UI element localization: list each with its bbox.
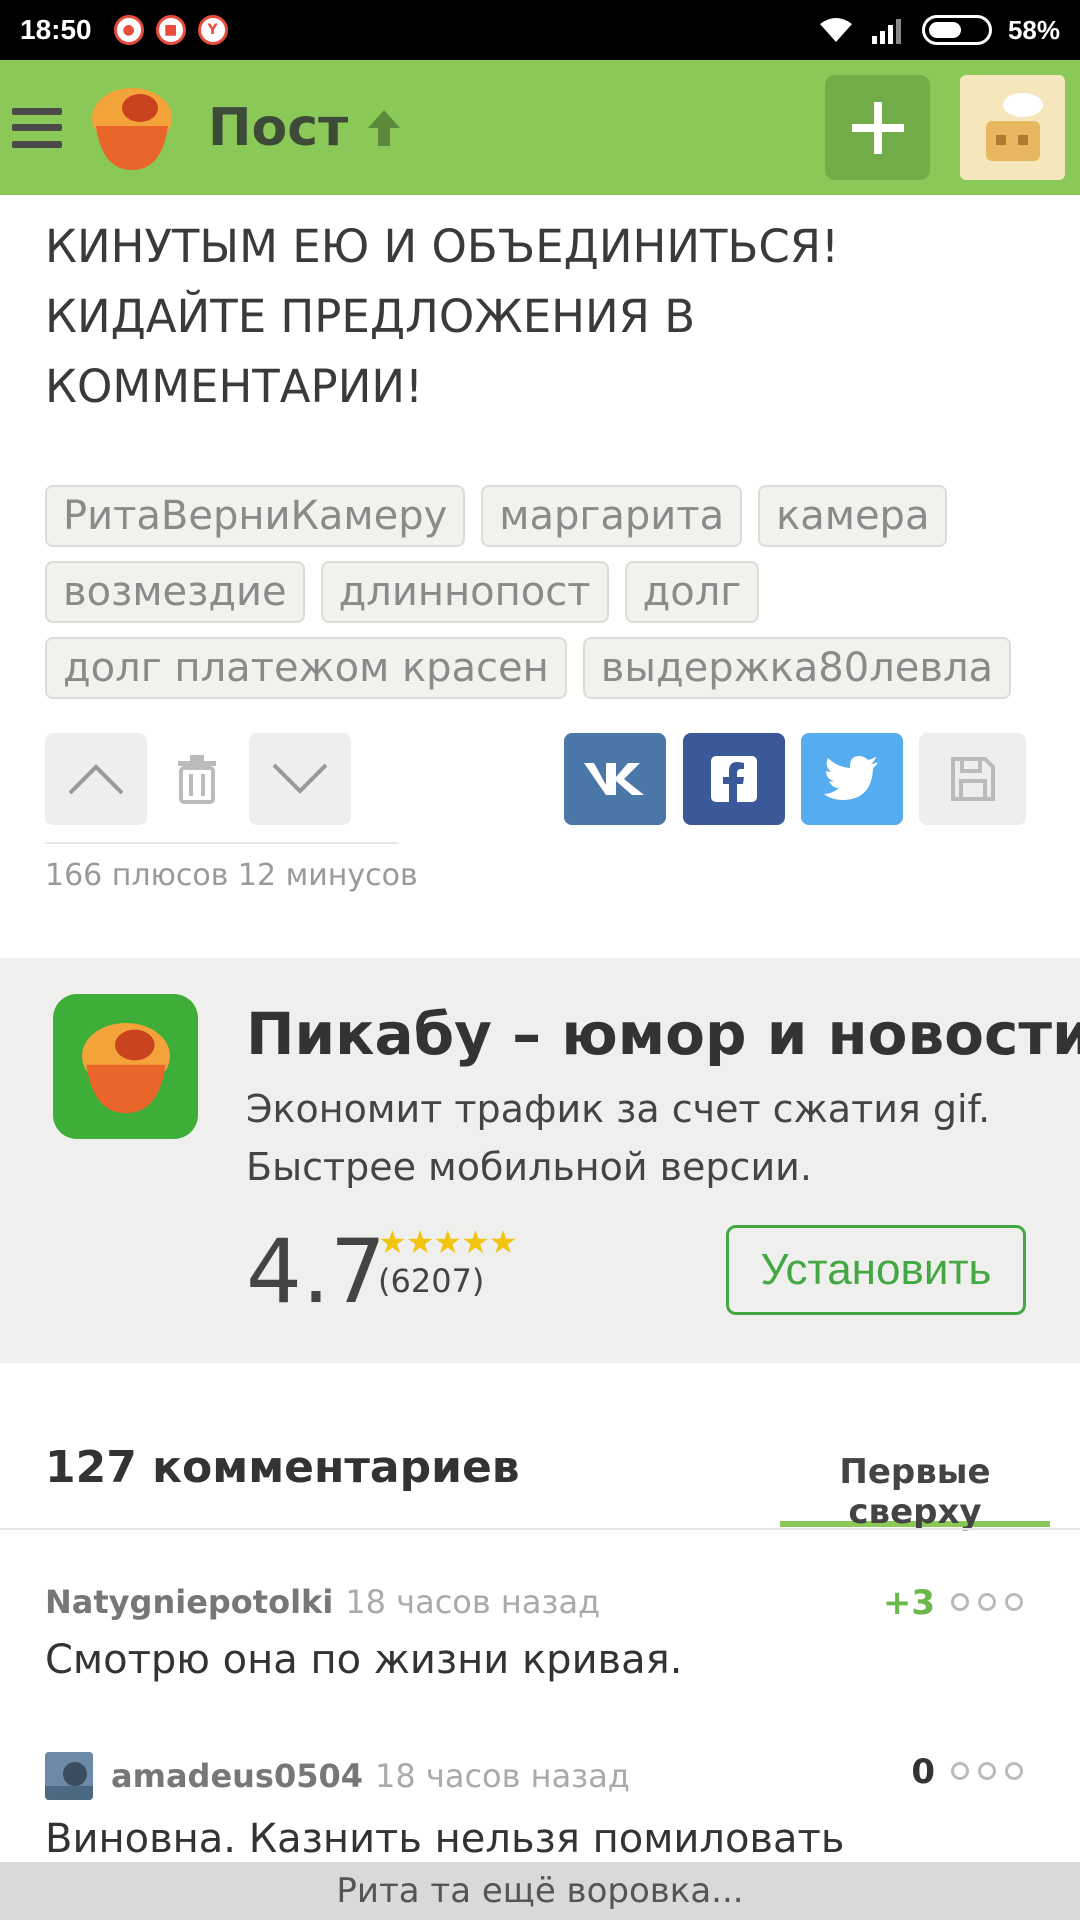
comment-author[interactable]: Natygniepotolki <box>45 1583 333 1621</box>
twitter-icon <box>824 756 878 800</box>
facebook-icon <box>711 756 757 802</box>
review-count: (6207) <box>378 1262 485 1300</box>
notification-icon: ■ <box>155 15 186 45</box>
signal-icon <box>871 19 901 44</box>
avatar[interactable] <box>45 1752 93 1800</box>
vk-icon <box>584 763 644 795</box>
ad-title: Пикабу – юмор и новости <box>246 1000 1080 1068</box>
pikabu-logo <box>81 1022 170 1113</box>
page-title: Пост <box>208 97 349 158</box>
comment-time: 18 часов назад <box>345 1583 601 1621</box>
battery-percent: 58% <box>1007 14 1060 45</box>
star-rating-icon: ★★★★★ <box>378 1223 517 1261</box>
comments-count: 127 комментариев <box>45 1442 520 1493</box>
floppy-disk-icon <box>950 757 995 801</box>
share-twitter-button[interactable] <box>801 733 903 825</box>
wifi-icon <box>819 18 852 42</box>
save-post-button[interactable] <box>919 733 1026 825</box>
post-text-line: КИНУТЫМ ЕЮ И ОБЪЕДИНИТЬСЯ! <box>45 220 840 273</box>
yandex-icon: Y <box>197 15 228 45</box>
divider <box>0 1528 1080 1530</box>
notification-icons: ● ■ Y <box>113 15 228 45</box>
ad-description-line: Экономит трафик за счет сжатия gif. <box>246 1087 991 1131</box>
divider <box>45 842 399 844</box>
next-post-bar[interactable]: Рита та ещё воровка... <box>0 1862 1080 1920</box>
comment-text: Виновна. Казнить нельзя помиловать <box>45 1816 845 1862</box>
tag[interactable]: камера <box>758 485 948 547</box>
more-options-icon[interactable] <box>951 1762 1023 1780</box>
tag[interactable]: выдержка80левла <box>582 637 1012 699</box>
tag[interactable]: долг платежом красен <box>45 637 567 699</box>
app-rating: 4.7 <box>246 1220 386 1323</box>
tag[interactable]: возмездие <box>45 561 305 623</box>
user-avatar[interactable] <box>960 75 1065 180</box>
comment-rating: 0 <box>911 1752 935 1792</box>
ad-description-line: Быстрее мобильной версии. <box>246 1145 812 1189</box>
app-install-banner[interactable]: Пикабу – юмор и новости Экономит трафик … <box>0 958 1080 1363</box>
upvote-button[interactable] <box>45 733 147 825</box>
notification-icon: ● <box>113 15 144 45</box>
top-app-bar: Пост <box>0 60 1080 195</box>
status-time: 18:50 <box>20 14 92 45</box>
pikabu-logo[interactable] <box>82 78 182 178</box>
status-bar: 18:50 ● ■ Y 58% <box>0 0 1080 60</box>
more-options-icon[interactable] <box>951 1593 1023 1611</box>
share-facebook-button[interactable] <box>683 733 785 825</box>
tag[interactable]: маргарита <box>481 485 743 547</box>
pikabu-app-icon[interactable] <box>53 994 198 1139</box>
avatar-image <box>985 92 1043 161</box>
share-vk-button[interactable] <box>564 733 666 825</box>
arrow-up-icon[interactable] <box>362 106 406 150</box>
ad-description: Экономит трафик за счет сжатия gif. Быст… <box>246 1080 990 1196</box>
tag-list: РитаВерниКамеру маргарита камера возмезд… <box>45 485 1045 713</box>
chevron-up-icon <box>68 764 124 795</box>
comment-author[interactable]: amadeus0504 <box>111 1757 363 1795</box>
post-body: КИНУТЫМ ЕЮ И ОБЪЕДИНИТЬСЯ! КИДАЙТЕ ПРЕДЛ… <box>45 212 1045 422</box>
tag[interactable]: РитаВерниКамеру <box>45 485 466 547</box>
add-post-button[interactable] <box>825 75 930 180</box>
post-text-line: КОММЕНТАРИИ! <box>45 360 424 413</box>
comment-time: 18 часов назад <box>375 1757 630 1795</box>
trash-icon[interactable] <box>172 753 222 805</box>
plus-icon <box>851 101 904 154</box>
post-text-line: КИДАЙТЕ ПРЕДЛОЖЕНИЯ В <box>45 290 696 343</box>
install-button[interactable]: Установить <box>726 1225 1026 1315</box>
chevron-down-icon <box>272 763 328 794</box>
comment-text: Смотрю она по жизни кривая. <box>45 1637 683 1683</box>
tag[interactable]: длиннопост <box>320 561 609 623</box>
comment-rating: +3 <box>882 1583 935 1623</box>
tab-sort-first[interactable]: Первые сверху <box>780 1452 1050 1532</box>
comment: amadeus0504 18 часов назад 0 Виновна. Ка… <box>45 1752 1045 1862</box>
hamburger-menu-icon[interactable] <box>12 107 62 148</box>
tag[interactable]: долг <box>624 561 760 623</box>
battery-icon <box>921 15 992 45</box>
vote-summary: 166 плюсов 12 минусов <box>45 858 418 893</box>
downvote-button[interactable] <box>249 733 351 825</box>
comment: Natygniepotolki 18 часов назад +3 Смотрю… <box>45 1583 1045 1683</box>
